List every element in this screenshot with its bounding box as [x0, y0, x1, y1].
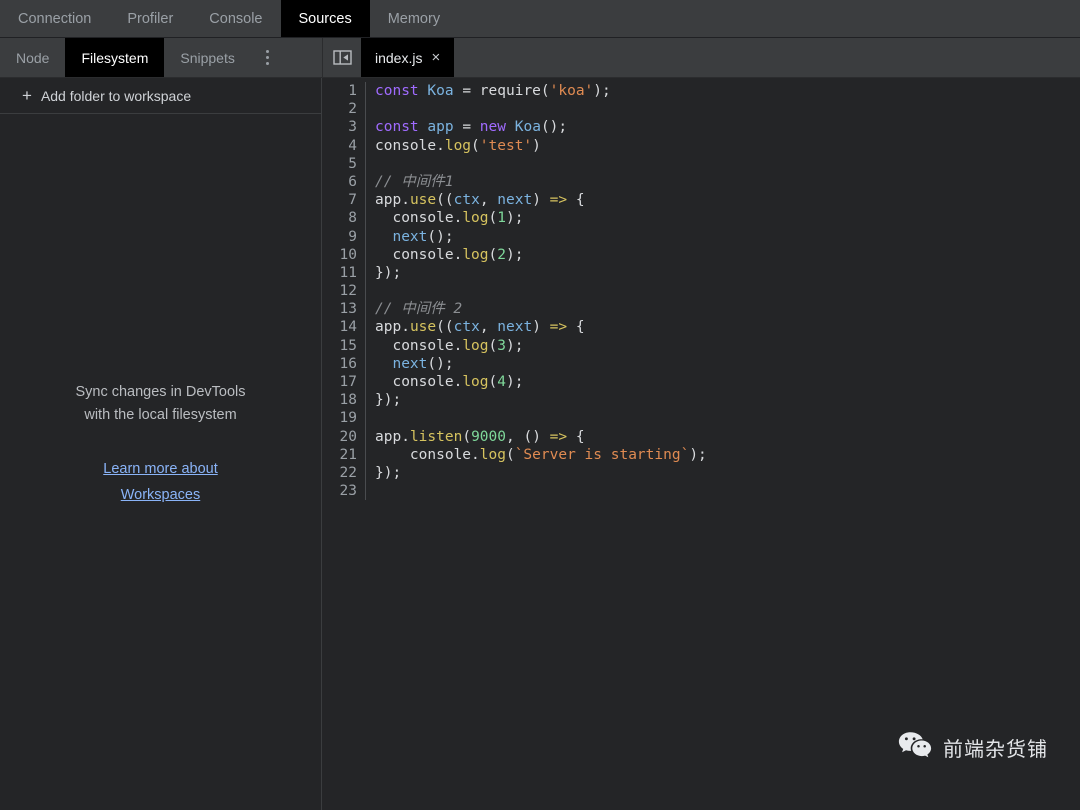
code-line: console.log(`Server is starting`); [409, 446, 707, 463]
main-body: + Add folder to workspace Sync changes i… [0, 78, 1080, 810]
more-dot [266, 62, 270, 65]
code-line: next(); [392, 355, 454, 372]
panel-tab-bar: Connection Profiler Console Sources Memo… [0, 0, 1080, 38]
more-dot [266, 56, 270, 59]
line-number: 19 [339, 410, 357, 427]
panel-tab-memory[interactable]: Memory [370, 0, 458, 37]
line-number: 9 [348, 228, 357, 245]
code-line: }); [375, 464, 402, 481]
line-number: 6 [348, 173, 357, 190]
line-number-gutter: 1 2 3 4 5 6 7 8 9 10 11 12 13 14 15 16 17 18 19 20 21 22 23 [322, 82, 366, 501]
workspaces-help-link[interactable]: Learn more about Workspaces [0, 456, 321, 508]
code-line: console.log(4); [392, 374, 524, 390]
line-number: 21 [339, 446, 357, 463]
panel-tab-label: Memory [387, 10, 441, 27]
panel-tab-sources[interactable]: Sources [280, 0, 370, 37]
code-line: }); [375, 264, 402, 281]
panel-tab-label: Console [209, 10, 263, 27]
wechat-icon [898, 731, 932, 764]
code-line: app.listen(9000, () => { [375, 428, 585, 445]
line-number: 18 [339, 392, 357, 409]
navigator-tab-label: Node [16, 49, 50, 66]
navigator-tab-bar: Node Filesystem Snippets [0, 38, 322, 78]
code-line: app.use((ctx, next) => { [375, 319, 585, 336]
plus-icon: + [22, 86, 32, 105]
panel-tab-profiler[interactable]: Profiler [109, 0, 191, 37]
line-number: 14 [339, 319, 357, 336]
code-line: const app = new Koa(); [375, 119, 568, 136]
line-number: 13 [339, 301, 357, 318]
source-code-editor[interactable]: 1 2 3 4 5 6 7 8 9 10 11 12 13 14 15 16 17 18 19 20 21 22 23 co… [322, 78, 1080, 810]
panel-tab-label: Profiler [127, 10, 174, 27]
line-number: 5 [348, 155, 357, 172]
more-vertical-icon[interactable] [251, 38, 285, 77]
panel-tab-console[interactable]: Console [191, 0, 280, 37]
code-line: next(); [392, 228, 454, 245]
line-number: 11 [339, 264, 357, 281]
collapse-navigator-icon[interactable] [323, 38, 361, 77]
help-link-line-1[interactable]: Learn more about [0, 456, 321, 482]
navigator-tab-snippets[interactable]: Snippets [164, 38, 250, 77]
line-number: 2 [348, 101, 357, 118]
line-number: 8 [348, 210, 357, 227]
workspace-empty-state: Sync changes in DevTools with the local … [0, 381, 321, 544]
help-link-line-2[interactable]: Workspaces [0, 482, 321, 508]
editor-tab-label: index.js [375, 49, 423, 66]
line-number: 3 [348, 119, 357, 136]
add-folder-to-workspace-button[interactable]: + Add folder to workspace [0, 78, 321, 114]
code-area: 1 2 3 4 5 6 7 8 9 10 11 12 13 14 15 16 17 18 19 20 21 22 23 co… [322, 78, 1080, 501]
panel-tab-label: Connection [18, 10, 92, 27]
close-icon[interactable]: × [431, 50, 440, 65]
empty-state-line-2: with the local filesystem [84, 406, 237, 423]
code-line: const Koa = require('koa'); [375, 83, 611, 99]
line-number: 17 [339, 374, 357, 390]
watermark-text: 前端杂货铺 [943, 739, 1048, 761]
line-number: 15 [339, 337, 357, 354]
code-line: console.log(3); [392, 337, 524, 354]
panel-tab-connection[interactable]: Connection [0, 0, 109, 37]
panel-tab-label: Sources [298, 10, 352, 27]
line-number: 12 [339, 283, 357, 300]
navigator-tab-node[interactable]: Node [0, 38, 65, 77]
empty-state-line-1: Sync changes in DevTools [75, 383, 246, 400]
line-number: 7 [348, 192, 357, 209]
line-number: 23 [339, 483, 357, 500]
more-dot [266, 50, 270, 53]
navigator-sidebar: + Add folder to workspace Sync changes i… [0, 78, 322, 810]
line-number: 22 [339, 464, 357, 481]
line-number: 4 [348, 137, 357, 154]
code-line: app.use((ctx, next) => { [375, 192, 585, 209]
navigator-tab-filesystem[interactable]: Filesystem [65, 38, 165, 77]
line-number: 20 [339, 428, 357, 445]
navigator-tab-label: Snippets [180, 49, 235, 66]
code-content[interactable]: const Koa = require('koa'); const app = … [366, 82, 1080, 500]
navigator-tab-label: Filesystem [81, 49, 149, 66]
watermark: 前端杂货铺 [898, 731, 1048, 764]
editor-tab-index-js[interactable]: index.js × [361, 38, 455, 77]
secondary-tab-row: Node Filesystem Snippets index.js × [0, 38, 1080, 78]
add-folder-label: Add folder to workspace [40, 87, 192, 104]
code-line: console.log(2); [392, 246, 524, 263]
code-line: console.log(1); [392, 210, 524, 227]
code-line: // 中间件1 [375, 173, 454, 190]
line-number: 16 [339, 355, 357, 372]
sidebar-spacer-bottom [0, 544, 321, 810]
code-line: // 中间件 2 [375, 301, 463, 318]
code-line: }); [375, 392, 402, 409]
editor-tab-bar: index.js × [322, 38, 1080, 78]
line-number: 1 [348, 83, 357, 99]
code-line: console.log('test') [375, 137, 541, 154]
line-number: 10 [339, 246, 357, 263]
